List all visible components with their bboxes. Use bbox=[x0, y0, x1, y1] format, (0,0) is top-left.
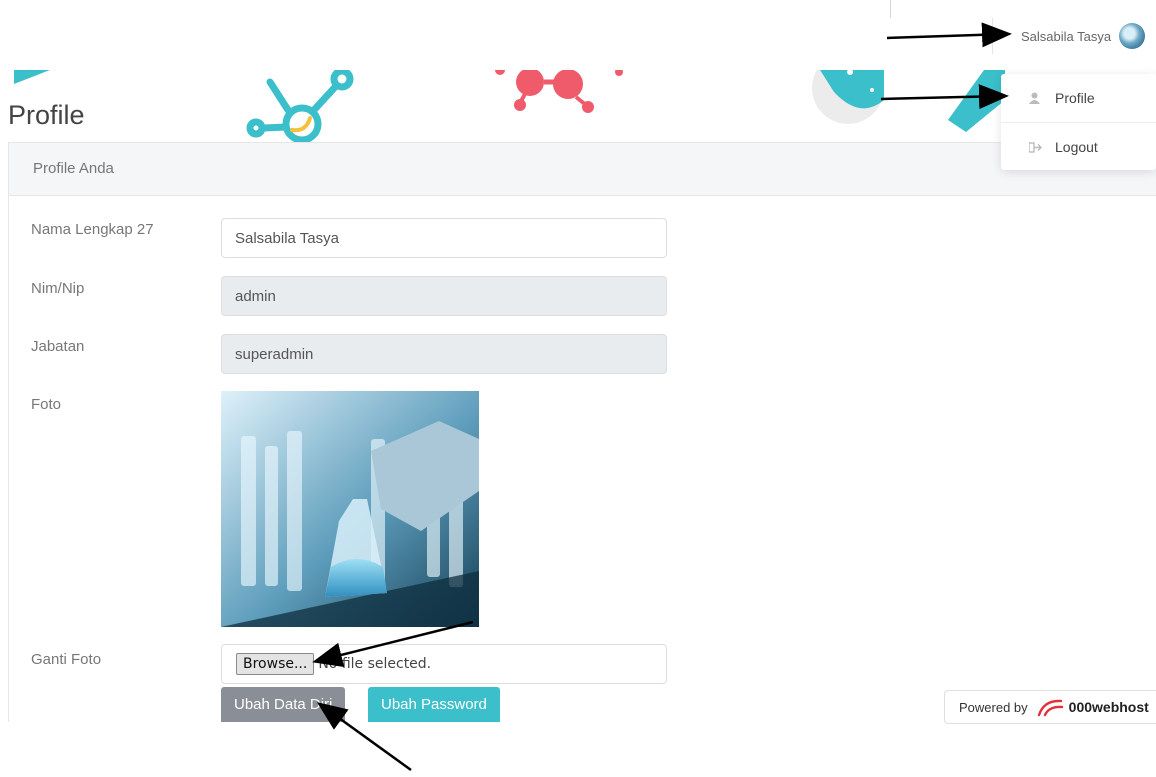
powered-by-text: Powered by bbox=[959, 699, 1028, 715]
dropdown-item-profile[interactable]: Profile bbox=[1001, 74, 1156, 122]
page-title: Profile bbox=[8, 100, 85, 130]
avatar[interactable] bbox=[1119, 23, 1146, 49]
top-navbar bbox=[0, 18, 1156, 70]
photo-file-input[interactable]: Browse... No file selected. bbox=[221, 644, 667, 684]
position-label: Jabatan bbox=[31, 338, 85, 355]
full-name-label: Nama Lengkap 27 bbox=[31, 221, 154, 238]
change-password-button[interactable]: Ubah Password bbox=[368, 687, 500, 723]
browse-button[interactable]: Browse... bbox=[236, 653, 315, 675]
profile-card: Profile Anda Nama Lengkap 27 Salsabila T… bbox=[8, 142, 1156, 724]
change-photo-label: Ganti Foto bbox=[31, 651, 102, 668]
user-dropdown-menu: Profile Logout bbox=[1001, 74, 1156, 170]
host-brand: 000webhost bbox=[1068, 699, 1149, 715]
full-name-input[interactable]: Salsabila Tasya bbox=[221, 218, 667, 258]
browser-address-bar bbox=[0, 0, 891, 19]
nim-nip-label: Nim/Nip bbox=[31, 280, 85, 297]
nim-nip-input[interactable]: admin bbox=[221, 276, 667, 316]
logout-icon bbox=[1029, 141, 1049, 153]
update-profile-button[interactable]: Ubah Data Diri bbox=[221, 687, 346, 723]
user-icon bbox=[1029, 92, 1049, 104]
page-bottom bbox=[0, 722, 1156, 777]
dropdown-item-label: Profile bbox=[1055, 90, 1095, 106]
photo-label: Foto bbox=[31, 396, 62, 413]
hosting-badge[interactable]: Powered by 000webhost bbox=[944, 690, 1156, 724]
header-banner bbox=[0, 70, 1156, 142]
card-title: Profile Anda bbox=[9, 143, 1156, 196]
file-status-text: No file selected. bbox=[318, 656, 432, 672]
host-logo-icon bbox=[1036, 697, 1066, 717]
profile-photo bbox=[221, 391, 479, 627]
molecule-decoration bbox=[14, 70, 1005, 142]
user-name[interactable]: Salsabila Tasya bbox=[1021, 29, 1111, 44]
dropdown-item-label: Logout bbox=[1055, 139, 1098, 155]
user-menu[interactable]: Salsabila Tasya bbox=[992, 18, 1156, 54]
position-input[interactable]: superadmin bbox=[221, 334, 667, 374]
dropdown-item-logout[interactable]: Logout bbox=[1001, 122, 1156, 171]
